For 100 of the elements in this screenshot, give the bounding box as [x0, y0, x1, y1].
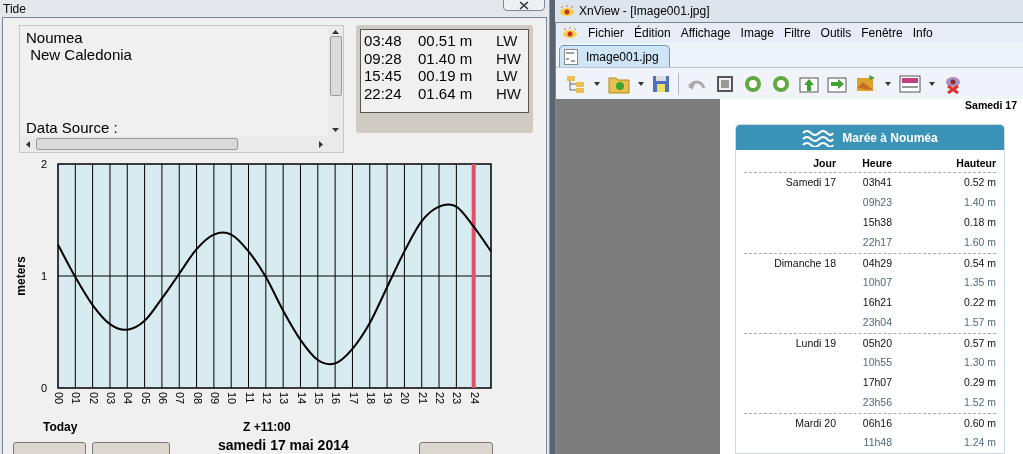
menu-item[interactable]: Affichage	[680, 24, 731, 42]
event-time: 09:28	[364, 49, 403, 67]
menu-item[interactable]: Fichier	[588, 24, 624, 42]
time-cell-text: 11h48	[862, 435, 893, 451]
rotate-right-icon[interactable]	[771, 73, 791, 94]
picture-swap-icon[interactable]	[855, 73, 877, 94]
x-tick-label: 10	[226, 392, 239, 405]
menu-item[interactable]: Info	[912, 24, 933, 42]
height-cell-text: 0.18 m	[962, 215, 996, 231]
caret-icon[interactable]	[929, 81, 935, 86]
event-type: LW	[496, 32, 518, 50]
x-tick-label: 15	[312, 392, 325, 405]
time-cell-text: 03h41	[861, 175, 893, 191]
x-tick-label: 06	[157, 392, 169, 405]
x-tick-label: 24	[468, 392, 481, 405]
caret-icon[interactable]	[594, 81, 600, 86]
y-tick-label: 1	[40, 270, 47, 282]
x-tick-label: 04	[122, 392, 135, 405]
event-type: LW	[496, 67, 518, 85]
location-list-box[interactable]: Noumea New Caledonia Data Source :	[19, 25, 344, 153]
height-cell-text: 1.40 m	[962, 195, 996, 211]
folder-tree-icon[interactable]	[566, 73, 586, 94]
scroll-thumb[interactable]	[36, 138, 238, 150]
x-tick-label: 22	[434, 392, 447, 405]
waves-icon	[802, 128, 835, 147]
time-cell-text: 04h29	[861, 255, 893, 271]
height-cell-text: 1.60 m	[962, 235, 996, 251]
save-icon[interactable]	[652, 73, 670, 94]
event-time: 15:45	[364, 67, 403, 85]
menu-item[interactable]: Édition	[634, 24, 671, 42]
time-cell-text: 23h04	[861, 315, 893, 331]
x-tick-label: 23	[451, 392, 464, 405]
day-cell-text: Dimanche 18	[773, 255, 836, 271]
menu-item[interactable]: Image	[740, 24, 774, 42]
day-cell-text: Lundi 19	[794, 335, 836, 351]
window-title: Tide	[3, 1, 26, 17]
x-tick-label: 07	[174, 392, 187, 405]
time-cell-text: 15h38	[861, 215, 893, 231]
time-cell-text: 06h16	[861, 415, 893, 431]
close-button[interactable]	[503, 0, 545, 11]
day-cell-text: Samedi 17	[784, 175, 836, 191]
vertical-scrollbar[interactable]	[328, 26, 343, 136]
menu-item[interactable]: Outils	[820, 24, 852, 42]
rotate-left-icon[interactable]	[743, 73, 763, 94]
dialog-button[interactable]	[418, 442, 493, 454]
y-tick-label: 2	[40, 158, 47, 170]
x-tick-label: 11	[243, 392, 256, 404]
height-cell-text: 0.52 m	[962, 175, 996, 191]
height-cell-text: 1.24 m	[962, 435, 996, 451]
height-cell-text: 0.60 m	[962, 415, 996, 431]
file-thumbnail-icon	[564, 48, 578, 65]
image-tab[interactable]: Image001.jpg	[559, 45, 670, 67]
eye-logo-icon[interactable]	[562, 27, 578, 39]
column-header: Heure	[861, 156, 893, 171]
day-label: Today	[43, 419, 79, 436]
height-cell-text: 0.29 m	[962, 375, 996, 391]
column-header: Jour	[812, 156, 836, 171]
height-cell-text: 0.54 m	[962, 255, 996, 271]
x-tick-label: 13	[278, 392, 291, 405]
height-cell-text: 0.57 m	[962, 335, 996, 351]
x-tick-label: 16	[330, 392, 343, 405]
x-tick-label: 12	[260, 392, 273, 405]
time-cell-text: 09h23	[861, 195, 893, 211]
scroll-left-icon	[26, 140, 30, 148]
eye-logo-icon	[559, 5, 575, 17]
x-tick-label: 09	[208, 392, 221, 405]
dialog-button[interactable]	[13, 442, 86, 454]
scroll-up-icon	[332, 30, 339, 34]
time-cell-text: 16h21	[861, 295, 893, 311]
image-caption: Samedi 17	[965, 99, 1018, 112]
x-tick-label: 00	[53, 392, 66, 405]
time-cell-text: 05h20	[861, 335, 893, 351]
time-cell-text: 23h56	[861, 395, 893, 411]
y-axis-label: meters	[14, 256, 28, 296]
height-cell-text: 1.52 m	[962, 395, 996, 411]
caret-icon[interactable]	[638, 81, 644, 86]
x-tick-label: 05	[139, 392, 152, 405]
event-type: HW	[496, 84, 521, 102]
x-tick-label: 02	[87, 392, 100, 405]
scroll-thumb[interactable]	[329, 36, 342, 96]
caret-icon[interactable]	[885, 81, 891, 86]
x-tick-label: 08	[191, 392, 204, 405]
scroll-down-icon	[332, 128, 339, 132]
data-source-label: Data Source :	[26, 119, 119, 136]
color-bars-icon[interactable]	[899, 74, 921, 93]
day-cell-text: Mardi 20	[794, 415, 836, 431]
date-label: samedi 17 mai 2014	[218, 437, 349, 453]
height-cell-text: 1.30 m	[962, 355, 996, 371]
x-tick-label: 20	[399, 392, 412, 405]
x-tick-label: 03	[105, 392, 118, 405]
horizontal-scrollbar[interactable]	[20, 136, 343, 152]
dialog-button[interactable]	[92, 442, 170, 454]
time-zone-label: Z +11:00	[243, 419, 291, 436]
x-tick-label: 18	[364, 392, 377, 405]
height-cell-text: 1.57 m	[962, 315, 996, 331]
crop-icon[interactable]	[715, 73, 735, 94]
event-time: 03:48	[364, 32, 403, 50]
event-type: HW	[496, 49, 521, 67]
menu-item[interactable]: Filtre	[783, 24, 811, 42]
menu-item[interactable]: Fenêtre	[861, 24, 903, 42]
